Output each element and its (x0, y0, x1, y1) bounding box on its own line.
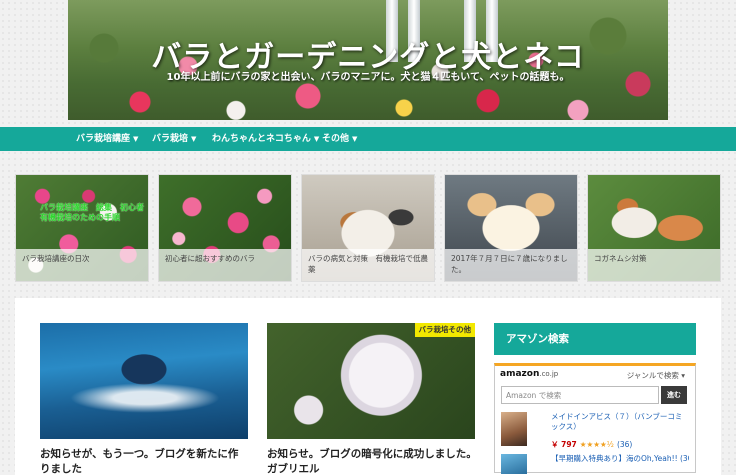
nav-item-other[interactable]: その他 ▼ (322, 127, 357, 151)
featured-caption: コガネムシ対策 (588, 249, 720, 281)
product-name[interactable]: メイドインアビス（７）（バンブーコミックス） (551, 412, 689, 432)
featured-overlay-text: バラ栽培講座 総集 初心者 有機栽培のための手順 (40, 203, 148, 222)
product-text: 【早期購入特典あり】海のOh,Yeah!! (3CD)(完全生産限定盤)(サザン… (551, 454, 689, 474)
post-title[interactable]: お知らせ。ブログの暗号化に成功しました。 ガブリエル (267, 447, 482, 475)
amazon-logo-text: amazon (500, 369, 540, 379)
nav-item-rose-course[interactable]: バラ栽培講座 ▼ (76, 127, 138, 151)
main-nav: バラ栽培講座 ▼ バラ栽培 ▼ わんちゃんとネコちゃん ▼ その他 ▼ (0, 127, 736, 151)
product-thumbnail[interactable] (501, 412, 527, 446)
amazon-category-label: ジャンルで検索 (626, 371, 679, 380)
amazon-category-select[interactable]: ジャンルで検索 ▾ (627, 370, 685, 381)
main-content: お知らせが、もう一つ。ブログを新たに作りました バラ栽培その他 お知らせ。ブログ… (15, 298, 721, 475)
post-card-new-blog[interactable]: お知らせが、もう一つ。ブログを新たに作りました (40, 323, 248, 475)
post-card-blog-encryption[interactable]: バラ栽培その他 お知らせ。ブログの暗号化に成功しました。 ガブリエル (267, 323, 482, 475)
widget-title: アマゾン検索 (494, 323, 696, 355)
amazon-search-input[interactable]: Amazon で検索 (501, 386, 659, 404)
review-count[interactable]: (36) (617, 440, 632, 449)
featured-item-dog-birthday[interactable]: 2017年７月７日に７歳になりました。 (444, 174, 578, 282)
chevron-down-icon: ▼ (133, 135, 139, 143)
star-rating-icon: ★★★★½ (579, 440, 614, 449)
nav-item-label: バラ栽培講座 (76, 134, 131, 144)
amazon-search-widget: amazon.co.jp ジャンルで検索 ▾ Amazon で検索 進む メイド… (494, 363, 696, 474)
featured-item-beetle-control[interactable]: コガネムシ対策 (587, 174, 721, 282)
category-label[interactable]: バラ栽培その他 (414, 323, 475, 337)
featured-caption: バラの病気と対策 有機栽培で低農薬 (302, 249, 434, 281)
product-meta: ￥ 797 ★★★★½ (36) (551, 432, 689, 451)
featured-item-beginner-roses[interactable]: 初心者に超おすすめのバラ (158, 174, 292, 282)
chevron-down-icon: ▼ (313, 135, 320, 143)
nav-item-label: わんちゃんとネコちゃん (212, 134, 311, 144)
featured-caption: 2017年７月７日に７歳になりました。 (445, 249, 577, 281)
product-thumbnail[interactable] (501, 454, 527, 474)
header-banner[interactable]: バラとガーデニングと犬とネコ 10年以上前にバラの家と出会い、バラのマニアに。犬… (68, 0, 668, 120)
amazon-logo-suffix: .co.jp (539, 370, 559, 378)
nav-item-rose-growing[interactable]: バラ栽培 ▼ (152, 127, 196, 151)
amazon-logo[interactable]: amazon.co.jp (500, 369, 558, 379)
post-thumbnail[interactable]: バラ栽培その他 (267, 323, 475, 439)
amazon-go-button[interactable]: 進む (661, 386, 687, 404)
chevron-down-icon: ▼ (191, 135, 197, 143)
post-title[interactable]: お知らせが、もう一つ。ブログを新たに作りました (40, 447, 248, 475)
whale-splash (70, 383, 220, 413)
featured-caption: 初心者に超おすすめのバラ (159, 249, 291, 281)
nav-item-label: バラ栽培 (152, 134, 189, 144)
site-tagline: 10年以上前にバラの家と出会い、バラのマニアに。犬と猫４匹もいて、ペットの話題も… (166, 72, 570, 83)
featured-item-rose-course-index[interactable]: バラ栽培講座 総集 初心者 有機栽培のための手順 バラ栽培講座の日次 (15, 174, 149, 282)
sidebar: アマゾン検索 amazon.co.jp ジャンルで検索 ▾ Amazon で検索… (494, 323, 696, 474)
product-text: メイドインアビス（７）（バンブーコミックス） ￥ 797 ★★★★½ (36) (551, 412, 689, 451)
featured-caption: バラ栽培講座の日次 (16, 249, 148, 281)
chevron-down-icon: ▼ (352, 135, 358, 143)
caret-down-icon: ▾ (681, 371, 685, 380)
nav-item-dogs-cats[interactable]: わんちゃんとネコちゃん ▼ (212, 127, 319, 151)
featured-item-rose-disease[interactable]: バラの病気と対策 有機栽培で低農薬 (301, 174, 435, 282)
post-thumbnail[interactable] (40, 323, 248, 439)
product-price: ￥ 797 (551, 440, 577, 449)
nav-item-label: その他 (322, 134, 350, 144)
product-name[interactable]: 【早期購入特典あり】海のOh,Yeah!! (3CD)(完全生産限定盤)(サザン… (551, 454, 689, 474)
